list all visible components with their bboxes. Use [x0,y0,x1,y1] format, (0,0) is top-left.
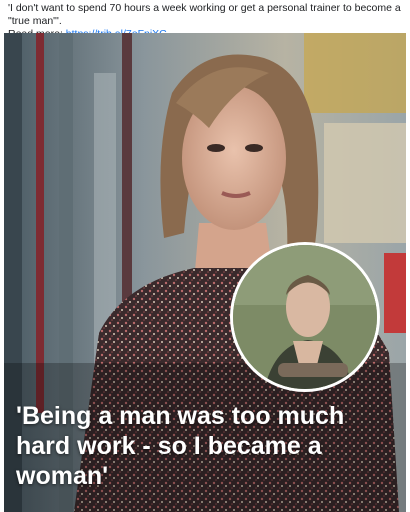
post-text: 'I don't want to spend 70 hours a week w… [8,2,401,27]
image-headline: 'Being a man was too much hard work - so… [16,402,345,490]
post-image[interactable]: 'Being a man was too much hard work - so… [4,33,406,512]
inset-portrait-icon [233,245,377,389]
inset-photo [230,242,380,392]
